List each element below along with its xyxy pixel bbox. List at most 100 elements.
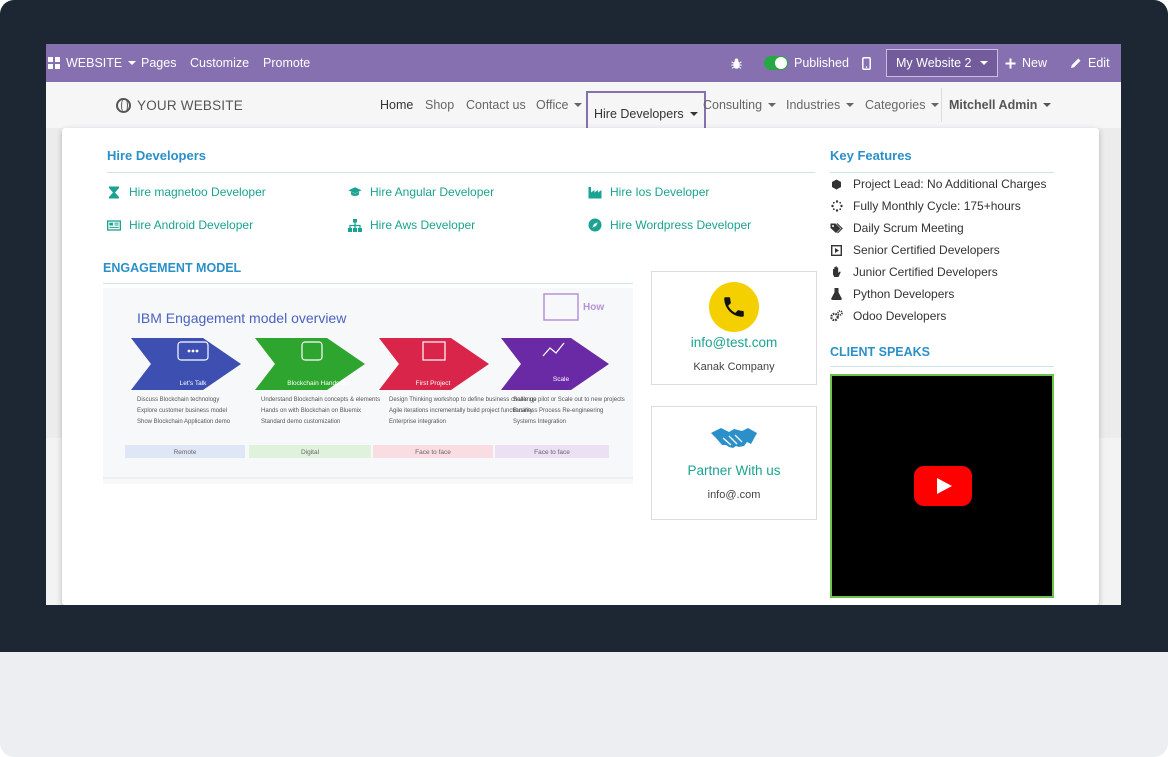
nav-consulting[interactable]: Consulting	[703, 82, 777, 128]
hand-icon	[830, 266, 843, 279]
stage-bullet: Show Blockchain Application demo	[137, 419, 231, 425]
link-label: Hire Aws Developer	[370, 218, 476, 232]
chevron-down-icon	[574, 103, 583, 107]
nav-consulting-label: Consulting	[703, 98, 763, 112]
hire-wordpress-link[interactable]: Hire Wordpress Developer	[588, 218, 751, 232]
contact-card: info@test.com Kanak Company	[651, 271, 817, 385]
nav-categories-label: Categories	[865, 98, 926, 112]
nav-office[interactable]: Office	[536, 82, 583, 128]
user-menu[interactable]: Mitchell Admin	[949, 82, 1052, 128]
feature-item: Senior Certified Developers	[830, 243, 1000, 257]
menu-pages[interactable]: Pages	[141, 44, 176, 82]
nav-categories[interactable]: Categories	[865, 82, 940, 128]
phone-icon	[709, 282, 759, 332]
app-menu-button[interactable]: WEBSITE	[48, 44, 137, 82]
hire-developers-mega-menu: Hire Developers Hire magnetoo Developer …	[62, 128, 1099, 605]
stage-bullet: Explore customer business model	[137, 408, 227, 414]
debug-bug-icon[interactable]	[730, 44, 743, 82]
nav-home[interactable]: Home	[380, 82, 413, 128]
youtube-play-icon[interactable]	[914, 466, 972, 506]
feature-label: Fully Monthly Cycle: 175+hours	[853, 199, 1021, 213]
flask-icon	[830, 288, 843, 301]
feature-label: Python Developers	[853, 287, 955, 301]
menu-customize[interactable]: Customize	[190, 44, 249, 82]
contact-company: Kanak Company	[693, 361, 775, 373]
site-navbar: YOUR WEBSITE Home Shop Contact us Office…	[46, 82, 1121, 137]
stage-name: Scale	[553, 376, 570, 383]
nav-office-label: Office	[536, 98, 569, 112]
partner-email: info@.com	[707, 489, 761, 501]
stage-footer: Face to face	[534, 449, 570, 456]
industry-icon	[588, 185, 602, 199]
stage-bullet: Enterprise integration	[389, 419, 446, 425]
chevron-down-icon	[128, 61, 137, 65]
plus-icon	[1005, 58, 1016, 68]
hire-developers-title: Hire Developers	[107, 148, 206, 163]
hire-angular-link[interactable]: Hire Angular Developer	[348, 185, 494, 199]
feature-label: Project Lead: No Additional Charges	[853, 177, 1047, 191]
apps-grid-icon	[48, 57, 60, 69]
chevron-down-icon	[768, 103, 777, 107]
published-toggle[interactable]: Published	[764, 44, 849, 82]
link-label: Hire Angular Developer	[370, 185, 495, 199]
edit-button[interactable]: Edit	[1070, 44, 1110, 82]
feature-label: Senior Certified Developers	[853, 243, 1000, 257]
monitor-stand	[0, 652, 1168, 757]
divider	[103, 283, 633, 284]
stage-bullet: Standard demo customization	[261, 419, 340, 425]
link-label: Hire magnetoo Developer	[129, 185, 266, 199]
toggle-switch-icon[interactable]	[764, 56, 788, 70]
stage-footer: Face to face	[415, 449, 451, 456]
spinner-icon	[830, 200, 843, 213]
new-label: New	[1022, 56, 1048, 70]
image-title: IBM Engagement model overview	[137, 310, 347, 326]
user-name: Mitchell Admin	[949, 98, 1038, 112]
feature-item: Odoo Developers	[830, 309, 946, 323]
browser-screen: WEBSITE Pages Customize Promote Publishe…	[46, 44, 1121, 605]
partner-card: Partner With us info@.com	[651, 406, 817, 520]
play-square-icon	[830, 244, 843, 257]
hire-android-link[interactable]: Hire Android Developer	[107, 218, 253, 232]
feature-label: Odoo Developers	[853, 309, 947, 323]
nav-divider	[941, 88, 942, 122]
handshake-icon	[709, 425, 759, 455]
site-selector-label: My Website 2	[896, 56, 972, 70]
link-label: Hire Android Developer	[129, 218, 254, 232]
contact-email[interactable]: info@test.com	[652, 335, 816, 350]
hire-ios-link[interactable]: Hire Ios Developer	[588, 185, 709, 199]
key-features-title: Key Features	[830, 148, 912, 163]
site-selector[interactable]: My Website 2	[886, 49, 998, 77]
nav-industries[interactable]: Industries	[786, 82, 855, 128]
image-corner-label: How	[583, 302, 604, 313]
site-logo[interactable]: YOUR WEBSITE	[116, 82, 243, 128]
hire-magnetoo-link[interactable]: Hire magnetoo Developer	[107, 185, 266, 199]
feature-item: Daily Scrum Meeting	[830, 221, 964, 235]
partner-title[interactable]: Partner With us	[652, 463, 816, 478]
app-menu-label: WEBSITE	[66, 56, 123, 70]
feature-label: Junior Certified Developers	[853, 265, 998, 279]
client-video-player[interactable]	[830, 374, 1054, 598]
newspaper-icon	[107, 218, 121, 232]
new-button[interactable]: New	[1005, 44, 1047, 82]
site-selector-wrap: My Website 2	[886, 44, 998, 77]
hourglass-icon	[107, 185, 121, 199]
globe-icon	[116, 97, 131, 113]
stage-bullet: Scale up pilot or Scale out to new proje…	[513, 397, 625, 403]
chevron-down-icon	[1043, 103, 1052, 107]
nav-shop[interactable]: Shop	[425, 82, 454, 128]
logo-text: YOUR WEBSITE	[137, 97, 243, 113]
link-label: Hire Wordpress Developer	[610, 218, 752, 232]
mobile-preview-icon[interactable]	[862, 44, 871, 82]
menu-promote[interactable]: Promote	[263, 44, 310, 82]
published-label: Published	[794, 56, 849, 70]
cogs-icon	[830, 310, 843, 323]
pencil-icon	[1071, 58, 1081, 68]
divider	[107, 172, 815, 173]
nav-contact-us[interactable]: Contact us	[466, 82, 526, 128]
hire-aws-link[interactable]: Hire Aws Developer	[348, 218, 475, 232]
stage-name: First Project	[416, 380, 451, 387]
feature-item: Project Lead: No Additional Charges	[830, 177, 1046, 191]
stage-bullet: Discuss Blockchain technology	[137, 397, 219, 403]
chevron-down-icon	[689, 112, 698, 116]
stage-footer: Digital	[301, 449, 320, 456]
